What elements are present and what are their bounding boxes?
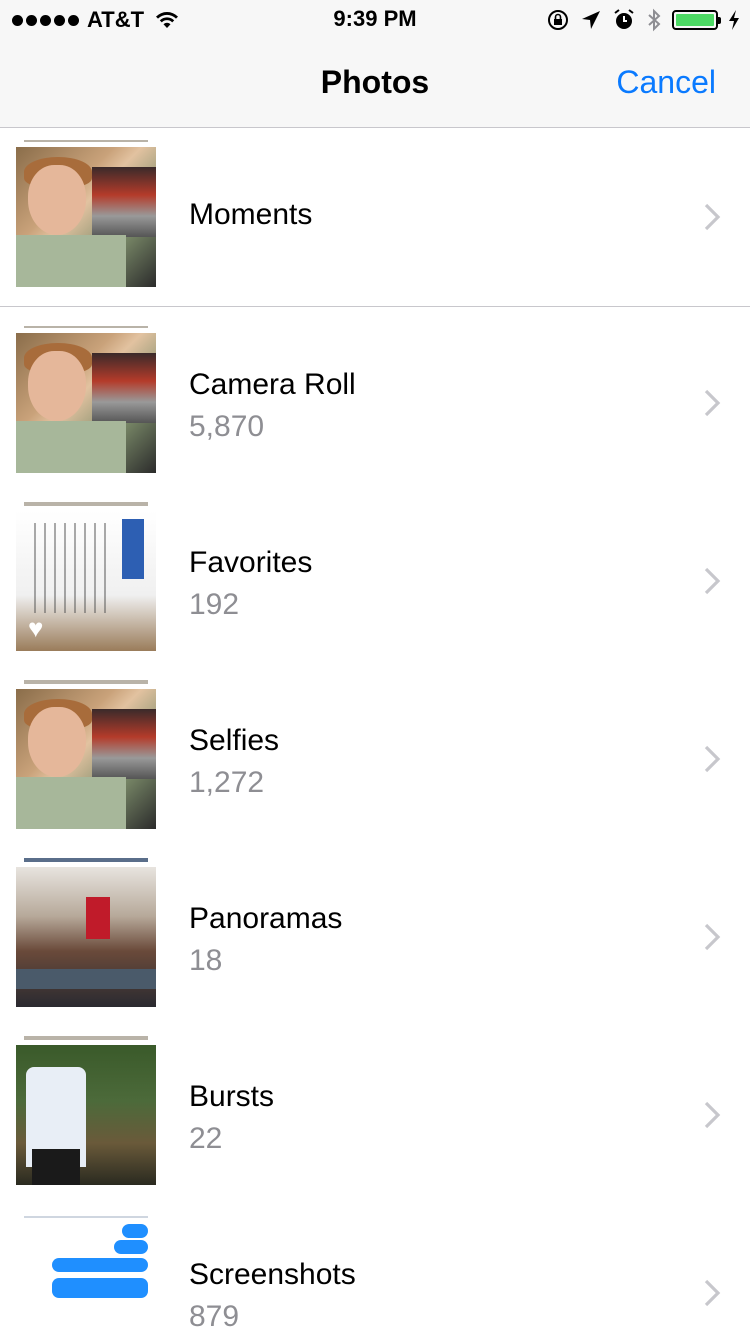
album-title: Camera Roll [189,368,356,401]
orientation-lock-icon [548,10,568,30]
thumbnail-stack-edge [24,680,148,684]
album-row-favorites[interactable]: ♥ Favorites 192 [0,492,750,670]
bluetooth-icon [648,8,661,32]
thumbnail-stack-edge [24,1036,148,1040]
album-count: 5,870 [189,410,265,443]
album-count: 879 [189,1300,240,1333]
chevron-right-icon [704,389,721,417]
album-title: Favorites [189,546,313,579]
chevron-right-icon [704,1101,721,1129]
chevron-right-icon [704,567,721,595]
album-count: 18 [189,944,223,977]
alarm-icon [614,9,634,29]
thumbnail-stack-edge [24,1216,148,1218]
album-thumbnail [16,867,156,1007]
chevron-right-icon [704,923,721,951]
album-title: Panoramas [189,902,343,935]
thumbnail-stack-edge [24,502,148,506]
album-row-screenshots[interactable]: Screenshots 879 [0,1204,750,1334]
album-title: Moments [189,198,313,231]
status-right [546,6,740,34]
status-bar: AT&T 9:39 PM [0,0,750,40]
battery-icon [672,10,721,30]
album-count: 1,272 [189,766,265,799]
album-count: 192 [189,588,240,621]
album-row-moments[interactable]: Moments [0,128,750,306]
thumbnail-stack-edge [24,140,148,142]
cancel-button[interactable]: Cancel [616,64,716,101]
thumbnail-stack-edge [24,858,148,862]
section-separator [0,306,750,307]
album-row-bursts[interactable]: Bursts 22 [0,1026,750,1204]
album-title: Screenshots [189,1258,356,1291]
album-thumbnail: ♥ [16,511,156,651]
album-thumbnail [16,1045,156,1185]
album-title: Bursts [189,1080,275,1113]
thumbnail-stack-edge [24,326,148,328]
chevron-right-icon [704,745,721,773]
chevron-right-icon [704,203,721,231]
album-row-panoramas[interactable]: Panoramas 18 [0,848,750,1026]
chevron-right-icon [704,1279,721,1307]
album-thumbnail [16,147,156,287]
album-thumbnail [16,1220,156,1334]
album-title: Selfies [189,724,280,757]
album-row-selfies[interactable]: Selfies 1,272 [0,670,750,848]
album-thumbnail [16,333,156,473]
album-thumbnail [16,689,156,829]
location-arrow-icon [582,11,600,29]
battery-level [676,14,714,26]
album-count: 22 [189,1122,223,1155]
heart-icon: ♥ [28,613,44,643]
navigation-bar: Photos Cancel [0,40,750,128]
album-row-camera-roll[interactable]: Camera Roll 5,870 [0,314,750,492]
charging-bolt-icon [729,10,739,30]
